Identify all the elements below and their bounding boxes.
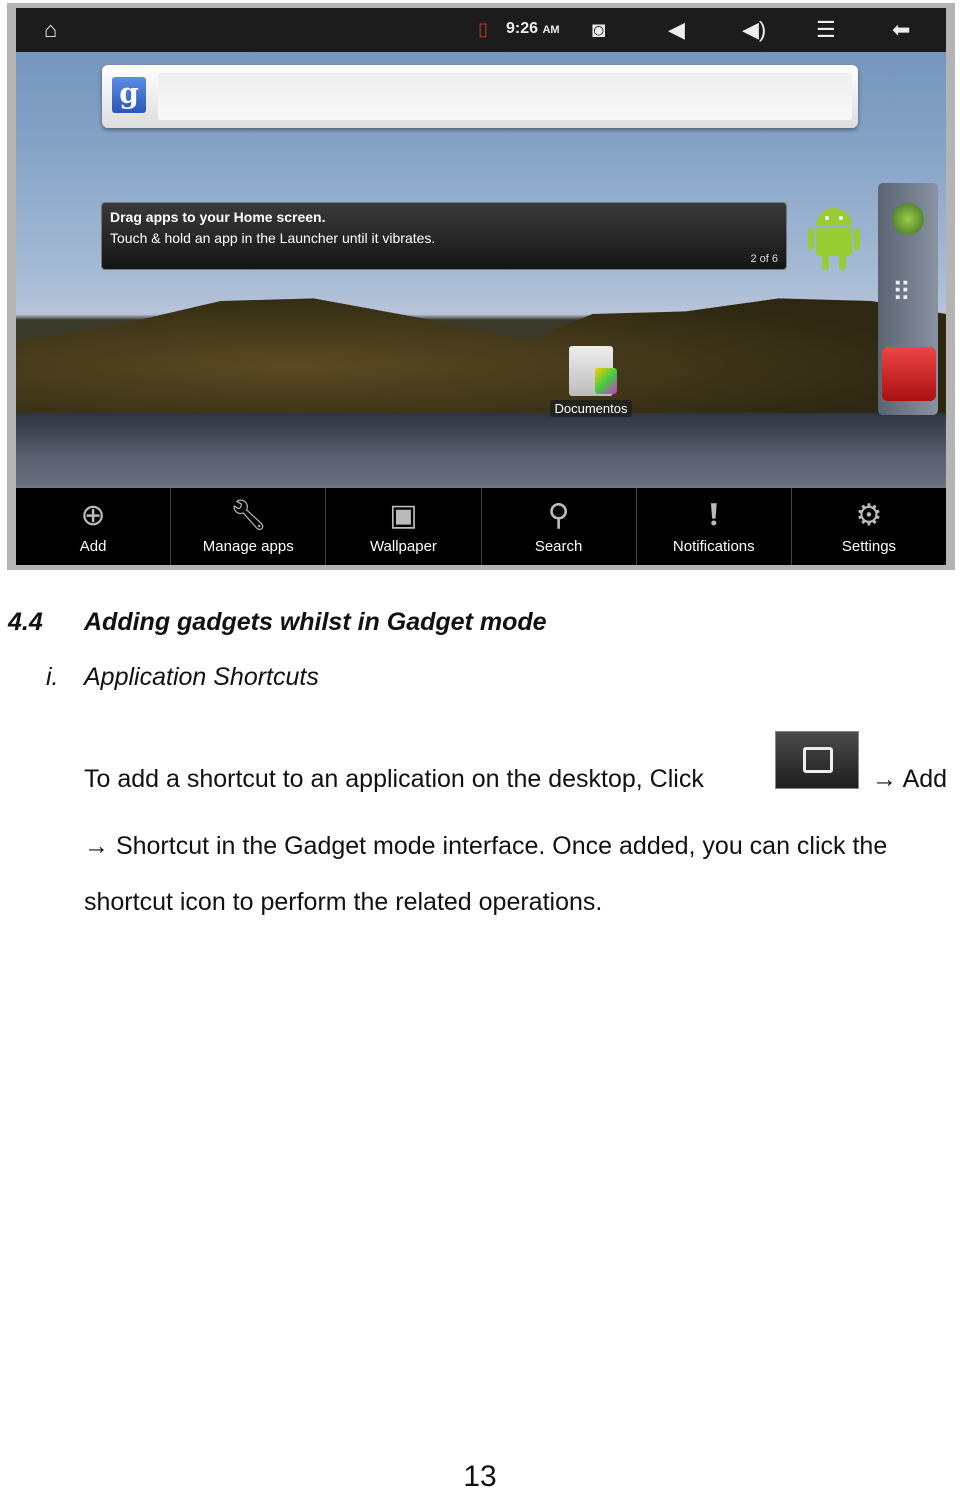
- google-icon[interactable]: g: [112, 77, 146, 113]
- status-bar: ⌂ ▯ 9:26 AM ◙ ◀ ◀) ☰ ⬅: [16, 8, 946, 52]
- menu-icon[interactable]: ☰: [816, 17, 836, 43]
- wallpaper-mountains: [16, 298, 946, 418]
- paragraph-line-1: To add a shortcut to an application on t…: [84, 765, 704, 793]
- section-title: Adding gadgets whilst in Gadget mode: [84, 608, 547, 636]
- android-icon[interactable]: [808, 200, 860, 272]
- paragraph-line-1-end: → Add: [872, 765, 948, 793]
- battery-icon: ▯: [478, 19, 488, 39]
- subsection-number: i.: [46, 663, 59, 691]
- menu-item-manage-apps[interactable]: 🔧︎ Manage apps: [171, 488, 327, 565]
- menu-label: Search: [534, 538, 583, 555]
- clock: 9:26 AM: [506, 20, 560, 38]
- search-icon: ⚲: [547, 499, 570, 532]
- menu-item-add[interactable]: ⊕ Add: [16, 488, 172, 565]
- menu-label: Wallpaper: [369, 538, 437, 555]
- plus-circle-icon: ⊕: [80, 499, 106, 532]
- menu-icon: [775, 731, 859, 789]
- tablet-screenshot: ⌂ ▯ 9:26 AM ◙ ◀ ◀) ☰ ⬅ g Drag apps to yo…: [7, 3, 955, 570]
- section-number: 4.4: [8, 608, 43, 636]
- wrench-icon: 🔧︎: [229, 499, 268, 532]
- options-menu: ⊕ Add 🔧︎ Manage apps ▣ Wallpaper ⚲ Search ❗︎…: [16, 486, 946, 565]
- desktop-shortcut-documentos[interactable]: Documentos: [541, 346, 641, 418]
- tooltip-counter: 2 of 6: [750, 253, 778, 265]
- menu-label: Add: [79, 538, 107, 555]
- gallery-folder-icon[interactable]: [882, 347, 936, 401]
- tooltip-title: Drag apps to your Home screen.: [110, 209, 326, 225]
- menu-label: Notifications: [672, 538, 755, 555]
- documentos-icon: [569, 346, 617, 396]
- menu-item-settings[interactable]: ⚙ Settings: [792, 488, 946, 565]
- app-drawer-grid-icon[interactable]: ⠿: [892, 279, 911, 305]
- screenshot-camera-icon[interactable]: ◙: [592, 17, 605, 43]
- home-screen: ⌂ ▯ 9:26 AM ◙ ◀ ◀) ☰ ⬅ g Drag apps to yo…: [16, 8, 946, 565]
- menu-label: Settings: [841, 538, 897, 555]
- picture-icon: ▣: [389, 499, 418, 532]
- tooltip-body: Touch & hold an app in the Launcher unti…: [110, 230, 436, 246]
- back-icon[interactable]: ⬅: [892, 17, 910, 43]
- section-heading: 4.4 Adding gadgets whilst in Gadget mode: [8, 608, 547, 637]
- exclamation-icon: ❗︎: [709, 499, 718, 532]
- subsection-heading: i. Application Shortcuts: [46, 663, 319, 692]
- clock-time: 9:26: [506, 20, 539, 37]
- menu-item-search[interactable]: ⚲ Search: [482, 488, 637, 565]
- google-search-widget[interactable]: g: [102, 65, 858, 128]
- search-input[interactable]: [158, 73, 852, 120]
- browser-globe-icon[interactable]: [892, 203, 924, 235]
- volume-down-icon[interactable]: ◀: [668, 17, 685, 43]
- menu-label: Manage apps: [202, 538, 294, 555]
- volume-up-icon[interactable]: ◀): [742, 17, 766, 43]
- clock-ampm: AM: [542, 24, 560, 36]
- subsection-title: Application Shortcuts: [84, 663, 319, 691]
- documentos-label: Documentos: [549, 400, 633, 417]
- launcher-dock: ⠿: [878, 183, 938, 415]
- wallpaper-water: [16, 413, 946, 488]
- paragraph-line-2: → Shortcut in the Gadget mode interface.…: [84, 832, 888, 860]
- menu-item-notifications[interactable]: ❗︎ Notifications: [637, 488, 792, 565]
- tutorial-tooltip: Drag apps to your Home screen. Touch & h…: [101, 202, 787, 270]
- menu-item-wallpaper[interactable]: ▣ Wallpaper: [326, 488, 482, 565]
- gear-icon: ⚙: [855, 499, 883, 532]
- paragraph-line-3: shortcut icon to perform the related ope…: [84, 888, 603, 916]
- home-icon[interactable]: ⌂: [44, 17, 57, 43]
- page-number: 13: [463, 1460, 497, 1493]
